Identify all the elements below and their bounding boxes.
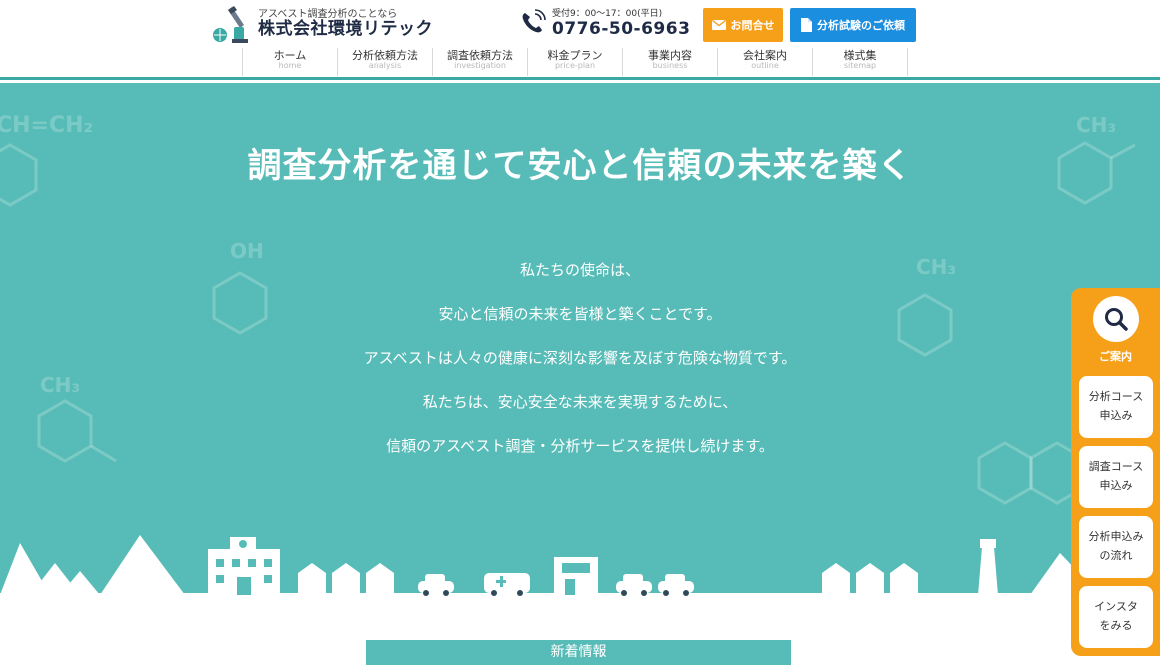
nav-sublabel: investigation bbox=[454, 60, 506, 70]
side-button-line: 分析コース bbox=[1088, 390, 1144, 404]
logo-company-name: 株式会社環境リテック bbox=[258, 19, 433, 40]
nav-sublabel: sitemap bbox=[843, 60, 877, 70]
survey-course-apply-button[interactable]: 調査コース 申込み bbox=[1079, 446, 1153, 508]
contact-button-label: お問合せ bbox=[730, 19, 775, 32]
side-button-line: 調査コース bbox=[1088, 460, 1144, 474]
side-guide-panel: ご案内 分析コース 申込み 調査コース 申込み 分析申込み の流れ インスタ を… bbox=[1071, 288, 1160, 656]
nav-item-sitemap[interactable]: 様式集 sitemap bbox=[813, 48, 908, 76]
nav-label: 調査依頼方法 bbox=[447, 49, 513, 62]
nav-item-home[interactable]: ホーム home bbox=[243, 48, 338, 76]
nav-label: ホーム bbox=[273, 49, 307, 62]
nav-label: 分析依頼方法 bbox=[352, 49, 418, 62]
mission-line: 信頼のアスベスト調査・分析サービスを提供し続けます。 bbox=[386, 437, 774, 455]
hero-title: 調査分析を通じて安心と信頼の未来を築く bbox=[247, 146, 913, 186]
nav-item-investigation[interactable]: 調査依頼方法 investigation bbox=[433, 48, 528, 76]
analysis-request-label: 分析試験のご依頼 bbox=[817, 19, 905, 32]
side-button-line: をみる bbox=[1099, 619, 1133, 632]
nav-sublabel: home bbox=[278, 60, 302, 70]
phone-icon bbox=[522, 8, 546, 32]
mail-icon bbox=[711, 20, 726, 30]
search-icon bbox=[1105, 308, 1128, 331]
phone-number: 0776-50-6963 bbox=[552, 19, 691, 39]
document-icon bbox=[801, 18, 812, 32]
main-nav: ホーム home 分析依頼方法 analysis 調査依頼方法 investig… bbox=[242, 48, 908, 76]
contact-button[interactable]: お問合せ bbox=[703, 8, 783, 42]
mission-line: 安心と信頼の未来を皆様と築くことです。 bbox=[438, 305, 722, 323]
nav-label: 事業内容 bbox=[648, 49, 692, 62]
nav-label: 料金プラン bbox=[547, 49, 603, 62]
nav-item-business[interactable]: 事業内容 business bbox=[623, 48, 718, 76]
phone-contact[interactable]: 受付9：00～17：00(平日) 0776-50-6963 bbox=[518, 6, 690, 39]
nav-sublabel: business bbox=[652, 60, 688, 70]
logo-microscope-icon bbox=[213, 6, 248, 43]
side-button-line: インスタ bbox=[1094, 600, 1138, 614]
mission-line: 私たちの使命は、 bbox=[519, 261, 640, 279]
nav-sublabel: price-plan bbox=[554, 60, 596, 70]
side-button-line: 申込み bbox=[1099, 479, 1133, 492]
instagram-button[interactable]: インスタ をみる bbox=[1079, 586, 1153, 648]
analysis-course-apply-button[interactable]: 分析コース 申込み bbox=[1079, 376, 1153, 438]
side-panel-title: ご案内 bbox=[1099, 350, 1132, 363]
mission-line: 私たちは、安心安全な未来を実現するために、 bbox=[422, 393, 738, 411]
news-section-heading: 新着情報 bbox=[366, 640, 791, 665]
side-button-line: 申込み bbox=[1099, 409, 1133, 422]
nav-label: 様式集 bbox=[843, 49, 877, 62]
nav-item-analysis[interactable]: 分析依頼方法 analysis bbox=[338, 48, 433, 76]
nav-sublabel: outline bbox=[751, 60, 779, 70]
mission-line: アスベストは人々の健康に深刻な影響を及ぼす危険な物質です。 bbox=[363, 349, 797, 367]
site-logo[interactable]: アスベスト調査分析のことなら 株式会社環境リテック bbox=[210, 2, 450, 46]
application-flow-button[interactable]: 分析申込み の流れ bbox=[1079, 516, 1153, 578]
search-button[interactable] bbox=[1093, 296, 1139, 342]
analysis-request-button[interactable]: 分析試験のご依頼 bbox=[790, 8, 916, 42]
phone-hours: 受付9：00～17：00(平日) bbox=[552, 9, 663, 19]
mission-statement: 私たちの使命は、 安心と信頼の未来を皆様と築くことです。 アスベストは人々の健康… bbox=[0, 259, 1160, 479]
site-header: アスベスト調査分析のことなら 株式会社環境リテック 受付9：00～17：00(平… bbox=[0, 0, 1160, 80]
nav-item-price-plan[interactable]: 料金プラン price-plan bbox=[528, 48, 623, 76]
town-skyline-illustration bbox=[0, 535, 1160, 603]
nav-item-outline[interactable]: 会社案内 outline bbox=[718, 48, 813, 76]
side-button-line: の流れ bbox=[1099, 549, 1133, 562]
side-button-line: 分析申込み bbox=[1088, 530, 1144, 544]
nav-label: 会社案内 bbox=[743, 49, 787, 62]
hero-section: CH=CH₂ OH CH₃ CH₃ CH₃ 調査分析を通じて安心と信頼の未来を築… bbox=[0, 83, 1160, 603]
nav-sublabel: analysis bbox=[368, 60, 402, 70]
